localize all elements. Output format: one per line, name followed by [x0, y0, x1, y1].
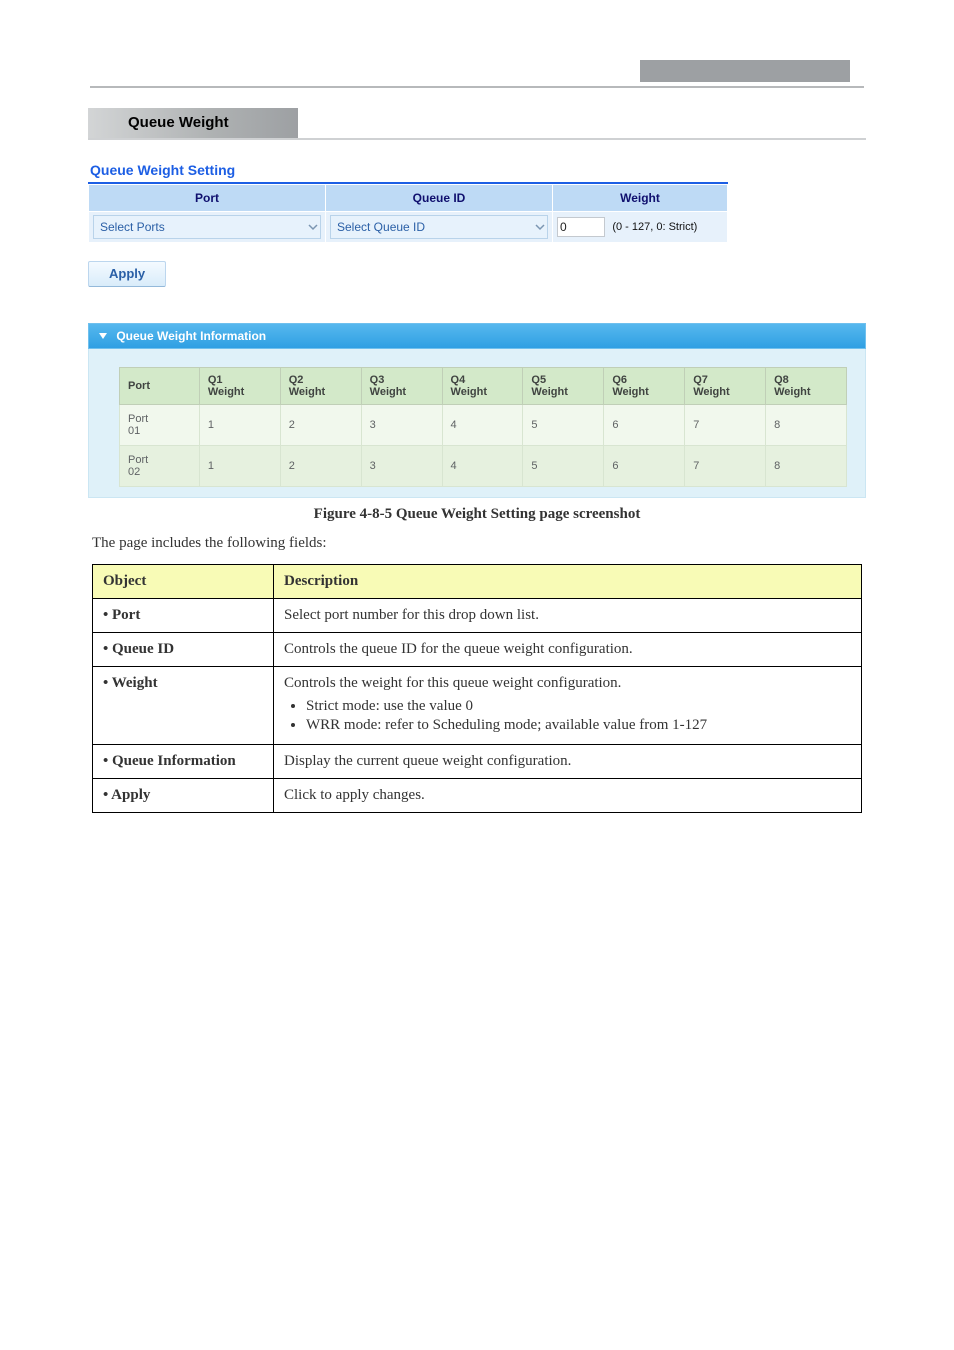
- cell-weight: 5: [523, 405, 604, 446]
- weight-col-header: Q1Weight: [199, 368, 280, 405]
- cell-weight: 1: [199, 446, 280, 487]
- cell-description: Controls the weight for this queue weigh…: [274, 667, 862, 745]
- description-table: Object Description • PortSelect port num…: [92, 564, 862, 813]
- select-ports-placeholder: Select Ports: [100, 220, 165, 234]
- weight-col-header: Q6Weight: [604, 368, 685, 405]
- cell-weight: 8: [766, 405, 847, 446]
- table-row: Port0112345678: [120, 405, 847, 446]
- select-ports-dropdown[interactable]: Select Ports: [93, 215, 321, 239]
- cell-object: • Apply: [93, 779, 274, 813]
- table-row: Port0212345678: [120, 446, 847, 487]
- apply-button[interactable]: Apply: [88, 261, 166, 287]
- weight-input[interactable]: 0: [557, 217, 605, 237]
- col-weight: Weight: [553, 185, 728, 212]
- cell-object: • Weight: [93, 667, 274, 745]
- cell-object: • Port: [93, 599, 274, 633]
- cell-weight: 4: [442, 405, 523, 446]
- col-queue-id: Queue ID: [326, 185, 553, 212]
- triangle-down-icon: [99, 333, 107, 341]
- page-title: Queue Weight: [88, 108, 298, 138]
- cell-port: Port01: [120, 405, 200, 446]
- cell-weight: 1: [199, 405, 280, 446]
- cell-weight: 4: [442, 446, 523, 487]
- col-port: Port: [89, 185, 326, 212]
- col-description: Description: [274, 565, 862, 599]
- panel-header[interactable]: Queue Weight Information: [88, 323, 866, 349]
- cell-weight: 5: [523, 446, 604, 487]
- header-separator: [90, 86, 864, 88]
- weight-col-header: Q4Weight: [442, 368, 523, 405]
- section-heading-queue-weight-setting: Queue Weight Setting: [90, 162, 866, 178]
- cell-weight: 7: [685, 446, 766, 487]
- panel-title: Queue Weight Information: [116, 329, 266, 343]
- description-intro: The page includes the following fields:: [92, 535, 862, 552]
- cell-port: Port02: [120, 446, 200, 487]
- cell-description: Controls the queue ID for the queue weig…: [274, 633, 862, 667]
- table-row: • Queue InformationDisplay the current q…: [93, 745, 862, 779]
- cell-description: Display the current queue weight configu…: [274, 745, 862, 779]
- ui-screenshot: Queue Weight Queue Weight Setting Port Q…: [88, 108, 866, 498]
- col-object: Object: [93, 565, 274, 599]
- cell-weight: 6: [604, 446, 685, 487]
- cell-object: • Queue Information: [93, 745, 274, 779]
- table-row: • WeightControls the weight for this que…: [93, 667, 862, 745]
- cell-description: Click to apply changes.: [274, 779, 862, 813]
- table-row: • Queue IDControls the queue ID for the …: [93, 633, 862, 667]
- manual-header-bar: [640, 60, 850, 82]
- cell-object: • Queue ID: [93, 633, 274, 667]
- cell-weight: 7: [685, 405, 766, 446]
- weight-hint: (0 - 127, 0: Strict): [612, 221, 697, 233]
- select-queue-placeholder: Select Queue ID: [337, 220, 425, 234]
- queue-weight-information-panel: Queue Weight Information PortQ1WeightQ2W…: [88, 323, 866, 498]
- cell-description: Select port number for this drop down li…: [274, 599, 862, 633]
- cell-weight: 2: [280, 405, 361, 446]
- queue-weight-setting-table: Port Queue ID Weight Select Ports Select…: [88, 184, 728, 243]
- weight-col-header: Q3Weight: [361, 368, 442, 405]
- chevron-down-icon: [308, 222, 318, 232]
- select-queue-id-dropdown[interactable]: Select Queue ID: [330, 215, 548, 239]
- weight-col-header: Q2Weight: [280, 368, 361, 405]
- cell-weight: 6: [604, 405, 685, 446]
- cell-weight: 3: [361, 405, 442, 446]
- figure-caption: Figure 4-8-5 Queue Weight Setting page s…: [0, 506, 954, 523]
- chevron-down-icon: [535, 222, 545, 232]
- weight-col-header: Q5Weight: [523, 368, 604, 405]
- table-row: • PortSelect port number for this drop d…: [93, 599, 862, 633]
- weight-col-header: Q8Weight: [766, 368, 847, 405]
- cell-weight: 3: [361, 446, 442, 487]
- weight-col-header: Port: [120, 368, 200, 405]
- weight-col-header: Q7Weight: [685, 368, 766, 405]
- cell-weight: 8: [766, 446, 847, 487]
- cell-weight: 2: [280, 446, 361, 487]
- table-row: • ApplyClick to apply changes.: [93, 779, 862, 813]
- queue-weight-info-table: PortQ1WeightQ2WeightQ3WeightQ4WeightQ5We…: [119, 367, 847, 487]
